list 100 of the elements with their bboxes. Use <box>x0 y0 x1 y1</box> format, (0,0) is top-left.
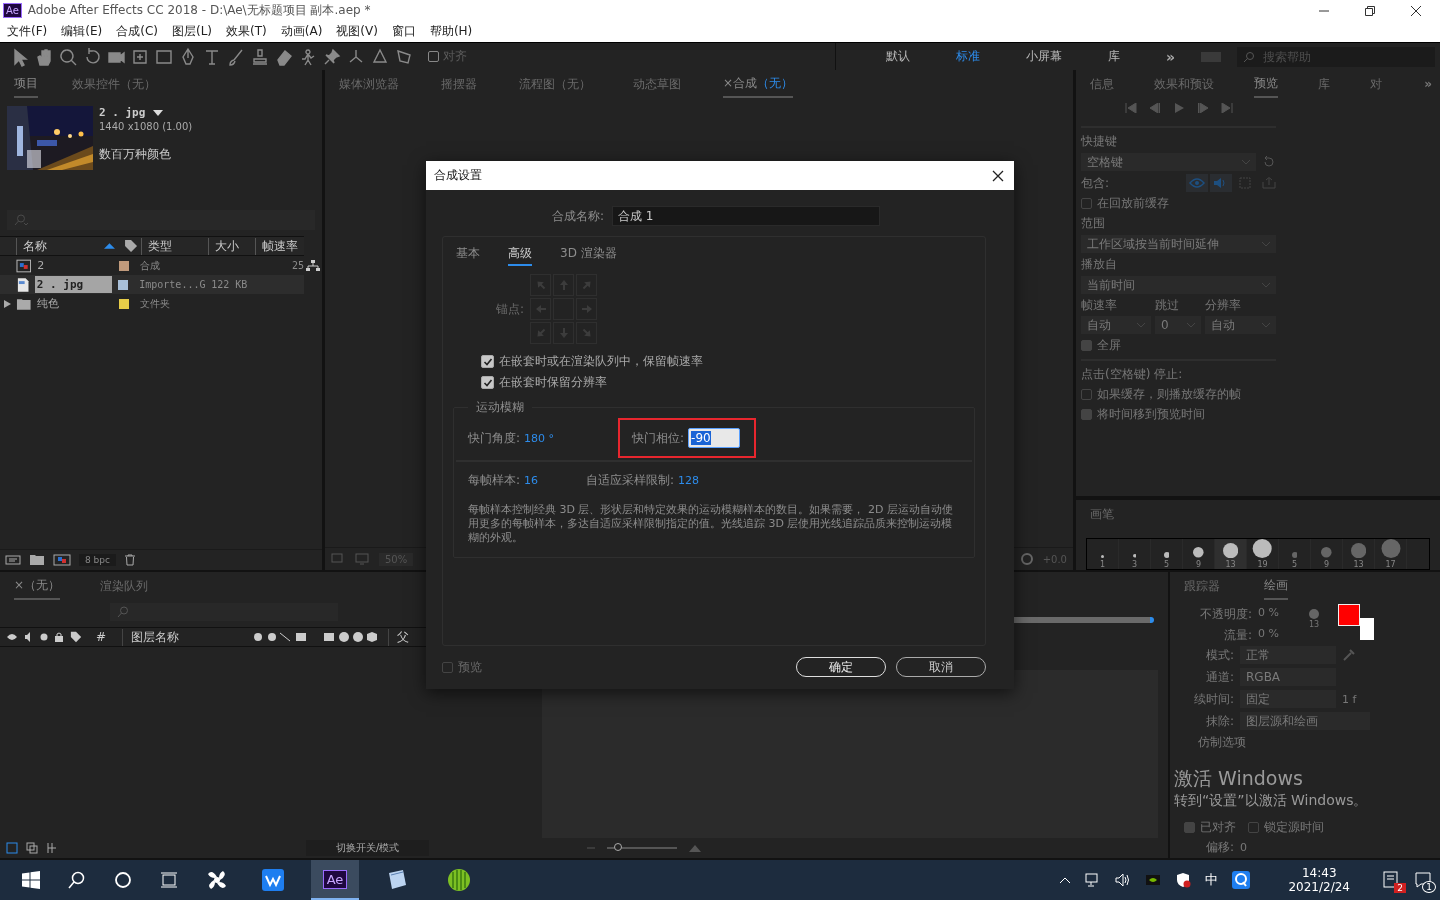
brush-tip[interactable]: 13 <box>1343 539 1375 569</box>
visibility-icon[interactable] <box>6 633 18 641</box>
resolution-dropdown[interactable]: 自动 <box>1205 316 1276 334</box>
label-tag-icon[interactable] <box>70 631 82 643</box>
menu-item[interactable]: 效果(T) <box>226 23 267 40</box>
column-header[interactable]: 帧速率 <box>255 237 304 255</box>
panel-tab[interactable]: 绘画 <box>1264 572 1288 600</box>
column-header[interactable]: 名称 <box>16 237 98 255</box>
label-color-swatch[interactable] <box>117 279 128 290</box>
task-view-icon[interactable] <box>160 871 178 889</box>
ok-button[interactable]: 确定 <box>796 657 886 677</box>
restore-icon[interactable] <box>1364 4 1376 17</box>
panel-tab[interactable]: 摇摆器 <box>441 71 477 97</box>
menu-item[interactable]: 帮助(H) <box>429 23 473 40</box>
opacity-value[interactable]: 0 % <box>1258 606 1286 623</box>
brush-tip[interactable]: 17 <box>1375 539 1407 569</box>
new-folder-icon[interactable] <box>29 554 45 566</box>
audio-toggle[interactable] <box>1210 174 1232 192</box>
flowchart-icon[interactable] <box>306 259 320 272</box>
shutter-angle-value[interactable]: 180 ° <box>524 431 555 445</box>
dialog-tab[interactable]: 3D 渲染器 <box>560 243 617 266</box>
panel-tab[interactable]: 媒体浏览器 <box>339 71 399 97</box>
brush-tip[interactable]: 9 <box>1311 539 1343 569</box>
shutter-phase-field[interactable]: -90 <box>688 428 741 448</box>
expand-arrow-icon[interactable] <box>4 299 12 308</box>
option-checkbox[interactable]: 在嵌套时保留分辨率 <box>481 374 975 391</box>
erase-dropdown[interactable]: 图层源和绘画 <box>1240 712 1370 730</box>
label-color-swatch[interactable] <box>118 298 129 309</box>
fan-icon[interactable] <box>206 869 228 891</box>
frame-rate-dropdown[interactable]: 自动 <box>1081 316 1151 334</box>
preview-checkbox[interactable]: 预览 <box>442 658 482 676</box>
toggle-switches-modes-button[interactable]: 切换开关/模式 <box>306 840 430 856</box>
project-item-row[interactable]: 2 . jpg Importe...G 122 KB <box>0 275 304 294</box>
input-method-indicator[interactable]: 中 <box>1205 871 1219 889</box>
clone-stamp-tool-icon[interactable] <box>250 46 270 67</box>
menu-item[interactable]: 图层(L) <box>171 23 213 40</box>
composition-mini-icon[interactable] <box>6 842 18 854</box>
panel-tab[interactable]: 信息 <box>1090 71 1114 97</box>
stop-option-checkbox[interactable]: 如果缓存，则播放缓存的帧 <box>1081 386 1276 403</box>
cancel-button[interactable]: 取消 <box>896 657 986 677</box>
trash-icon[interactable] <box>123 554 136 566</box>
panel-tab[interactable]: 效果控件（无） <box>72 71 156 97</box>
samples-value[interactable]: 16 <box>524 474 539 487</box>
panel-tab[interactable]: 流程图（无） <box>519 71 591 97</box>
solo-icon[interactable] <box>40 633 48 641</box>
close-icon[interactable] <box>992 169 1004 182</box>
shortcut-dropdown[interactable]: 空格键 <box>1081 153 1256 171</box>
bit-depth-button[interactable]: 8 bpc <box>79 554 116 566</box>
panel-tab[interactable]: 动态草图 <box>633 71 681 97</box>
video-toggle[interactable] <box>1186 174 1208 192</box>
qq-icon[interactable] <box>1232 871 1251 889</box>
exposure-reset-icon[interactable] <box>1020 553 1033 565</box>
chevron-up-icon[interactable] <box>1059 876 1072 884</box>
range-dropdown[interactable]: 工作区域按当前时间延伸 <box>1081 235 1276 253</box>
overflow-button[interactable]: » <box>1424 77 1440 91</box>
brush-tip[interactable]: 5 <box>1279 539 1311 569</box>
foreground-color-swatch[interactable] <box>1338 604 1360 626</box>
full-screen-checkbox[interactable]: 全屏 <box>1081 337 1276 354</box>
panel-tab[interactable]: 渲染队列 <box>100 573 149 599</box>
label-color-swatch[interactable] <box>118 260 129 271</box>
menu-item[interactable]: 窗口 <box>391 23 416 40</box>
hand-tool-icon[interactable] <box>34 46 54 67</box>
action-center-icon[interactable] <box>1414 871 1432 889</box>
play-from-dropdown[interactable]: 当前时间 <box>1081 276 1276 294</box>
brush-tip[interactable]: 3 <box>1119 539 1151 569</box>
clock[interactable]: 14:43 2021/2/24 <box>1288 866 1350 894</box>
skip-dropdown[interactable]: 0 <box>1155 316 1201 334</box>
brush-tip[interactable]: 5 <box>1151 539 1183 569</box>
project-item-row[interactable]: 2 合成 25 <box>0 256 304 275</box>
notes-icon[interactable] <box>1382 871 1400 889</box>
column-header[interactable]: # <box>96 630 116 644</box>
background-color-swatch[interactable] <box>1360 618 1374 640</box>
menu-item[interactable]: 视图(V) <box>336 23 378 40</box>
aligned-checkbox[interactable]: 已对齐 <box>1184 819 1236 836</box>
panel-tab[interactable]: ×（无） <box>14 572 61 600</box>
option-checkbox[interactable]: 在嵌套时或在渲染队列中，保留帧速率 <box>481 353 975 370</box>
workspace-tab[interactable]: 小屏幕 <box>1025 48 1062 65</box>
lock-source-time-checkbox[interactable]: 锁定源时间 <box>1248 819 1324 836</box>
dialog-tab[interactable]: 高级 <box>508 243 532 266</box>
zoom-tool-icon[interactable] <box>58 46 78 67</box>
security-shield-icon[interactable] <box>1175 872 1192 888</box>
lock-icon[interactable] <box>54 632 64 642</box>
cache-checkbox[interactable]: 在回放前缓存 <box>1081 195 1276 212</box>
flow-value[interactable]: 0 % <box>1258 627 1286 644</box>
mode-dropdown[interactable]: 正常 <box>1240 646 1336 664</box>
panel-tab[interactable]: 画笔 <box>1090 501 1114 527</box>
start-icon[interactable] <box>22 871 40 889</box>
column-header[interactable]: 图层名称 <box>122 628 246 646</box>
slider-thumb[interactable] <box>613 843 622 851</box>
search-icon[interactable] <box>68 871 86 889</box>
panel-tab[interactable]: 对 <box>1370 71 1382 97</box>
volume-icon[interactable] <box>1115 873 1132 887</box>
workspace-tab[interactable]: 默认 <box>885 48 910 65</box>
workspace-tab[interactable]: 标准 <box>955 48 980 65</box>
new-composition-icon[interactable] <box>53 554 71 566</box>
channels-dropdown[interactable]: RGBA <box>1240 668 1336 686</box>
layers-icon[interactable] <box>26 842 38 854</box>
column-header[interactable]: 类型 <box>140 237 208 255</box>
graphics-driver-icon[interactable] <box>1145 873 1162 887</box>
menu-item[interactable]: 编辑(E) <box>61 23 103 40</box>
